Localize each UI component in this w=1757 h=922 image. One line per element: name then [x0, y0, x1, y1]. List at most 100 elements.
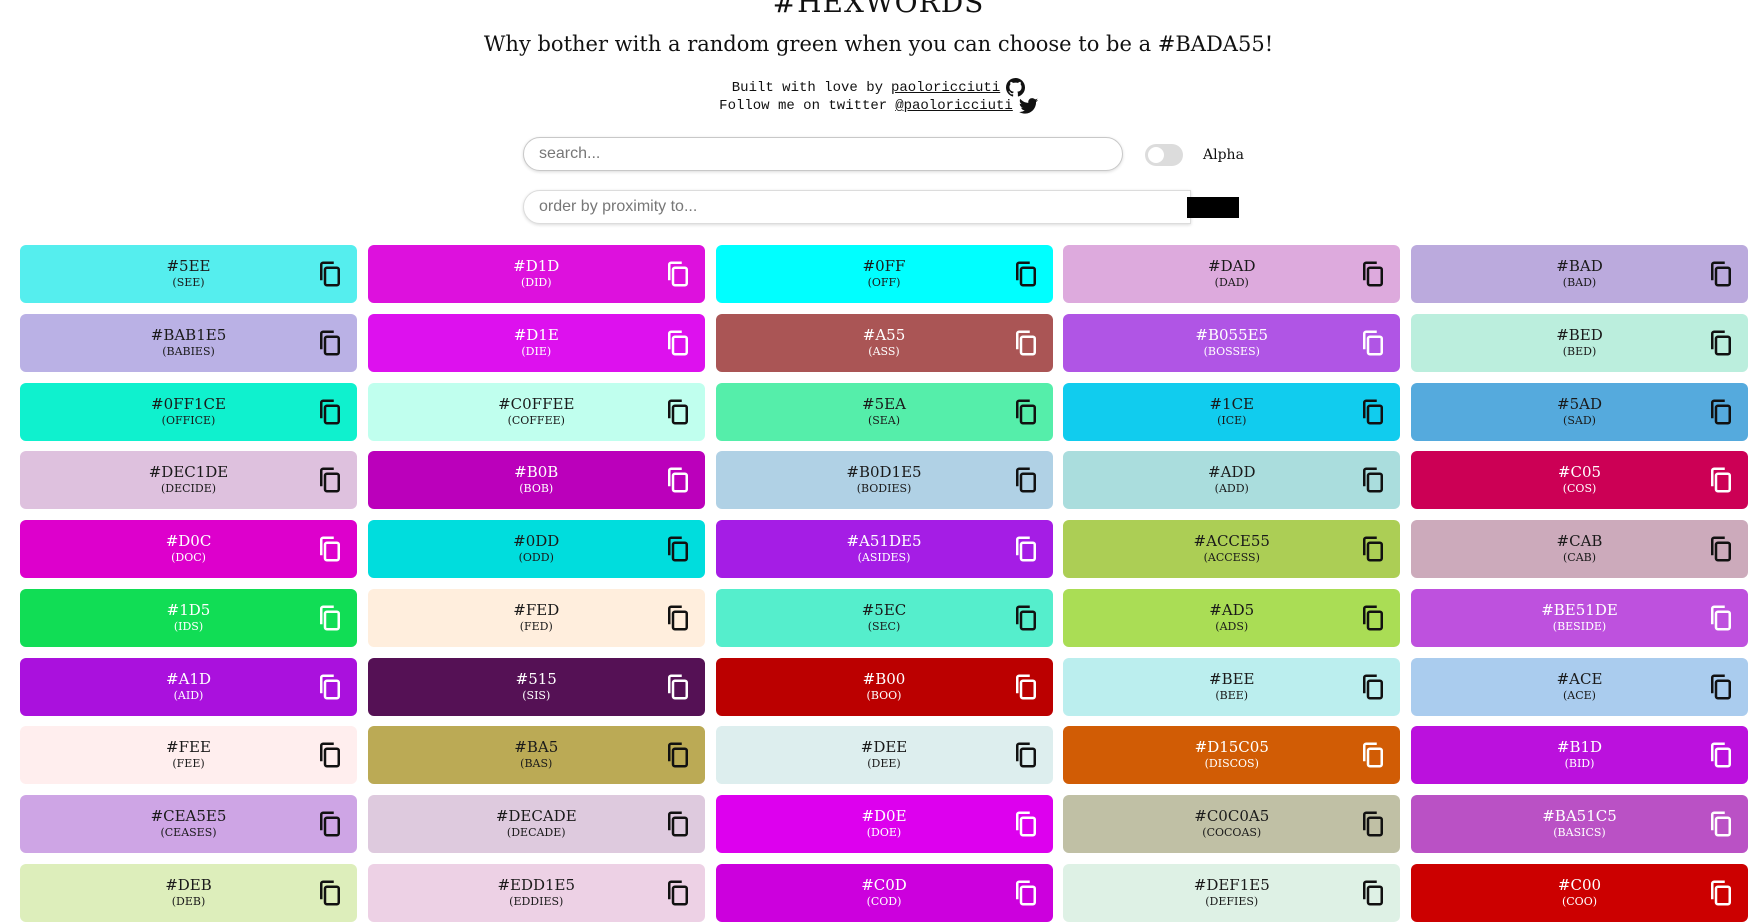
copy-icon[interactable]	[1358, 672, 1388, 702]
color-card[interactable]: #BED (BED)	[1411, 313, 1748, 372]
proximity-input[interactable]	[524, 191, 1190, 223]
color-card[interactable]: #DEC1DE (DECIDE)	[20, 451, 357, 510]
color-card[interactable]: #A51DE5 (ASIDES)	[715, 520, 1053, 578]
twitter-icon[interactable]	[1018, 98, 1038, 114]
color-card[interactable]: #0FF (OFF)	[715, 245, 1053, 303]
color-card[interactable]: #A1D (AID)	[20, 657, 357, 716]
copy-icon[interactable]	[315, 397, 345, 427]
copy-icon[interactable]	[1706, 465, 1736, 495]
color-card[interactable]: #FED (FED)	[367, 588, 705, 647]
color-card[interactable]: #5EE (SEE)	[20, 245, 357, 303]
copy-icon[interactable]	[1011, 259, 1041, 289]
twitter-link[interactable]: @paoloricciuti	[895, 98, 1013, 114]
color-card[interactable]: #5AD (SAD)	[1411, 382, 1748, 441]
github-icon[interactable]	[1006, 78, 1026, 97]
author-link[interactable]: paoloricciuti	[891, 80, 1000, 96]
color-card[interactable]: #FEE (FEE)	[20, 726, 357, 785]
copy-icon[interactable]	[1011, 878, 1041, 908]
color-card[interactable]: #BEE (BEE)	[1063, 657, 1401, 716]
copy-icon[interactable]	[1011, 740, 1041, 770]
copy-icon[interactable]	[1011, 534, 1041, 564]
copy-icon[interactable]	[1358, 809, 1388, 839]
color-card[interactable]: #DEB (DEB)	[20, 863, 357, 922]
search-input[interactable]	[524, 138, 1122, 170]
copy-icon[interactable]	[315, 672, 345, 702]
color-card[interactable]: #B00 (BOO)	[715, 657, 1053, 716]
copy-icon[interactable]	[663, 534, 693, 564]
copy-icon[interactable]	[1358, 603, 1388, 633]
copy-icon[interactable]	[1011, 603, 1041, 633]
copy-icon[interactable]	[1706, 259, 1736, 289]
proximity-color-swatch[interactable]	[1187, 197, 1239, 218]
color-card[interactable]: #5EC (SEC)	[715, 588, 1053, 647]
copy-icon[interactable]	[1706, 534, 1736, 564]
color-card[interactable]: #D15C05 (DISCOS)	[1063, 726, 1401, 785]
alpha-toggle[interactable]	[1145, 144, 1183, 166]
color-card[interactable]: #DEE (DEE)	[715, 726, 1053, 785]
color-card[interactable]: #BAD (BAD)	[1411, 245, 1748, 303]
color-card[interactable]: #D1E (DIE)	[367, 313, 705, 372]
color-card[interactable]: #C05 (COS)	[1411, 451, 1748, 510]
copy-icon[interactable]	[1011, 328, 1041, 358]
color-card[interactable]: #BE51DE (BESIDE)	[1411, 588, 1748, 647]
color-card[interactable]: #DEF1E5 (DEFIES)	[1063, 863, 1401, 922]
copy-icon[interactable]	[315, 740, 345, 770]
color-card[interactable]: #CAB (CAB)	[1411, 520, 1748, 578]
color-card[interactable]: #C0D (COD)	[715, 863, 1053, 922]
color-card[interactable]: #DAD (DAD)	[1063, 245, 1401, 303]
copy-icon[interactable]	[315, 878, 345, 908]
copy-icon[interactable]	[1706, 397, 1736, 427]
color-card[interactable]: #B055E5 (BOSSES)	[1063, 313, 1401, 372]
color-card[interactable]: #DECADE (DECADE)	[367, 795, 705, 853]
copy-icon[interactable]	[1358, 397, 1388, 427]
color-card[interactable]: #C00 (COO)	[1411, 863, 1748, 922]
color-card[interactable]: #C0FFEE (COFFEE)	[367, 382, 705, 441]
color-card[interactable]: #BA5 (BAS)	[367, 726, 705, 785]
copy-icon[interactable]	[1011, 465, 1041, 495]
copy-icon[interactable]	[315, 809, 345, 839]
copy-icon[interactable]	[663, 328, 693, 358]
color-card[interactable]: #CEA5E5 (CEASES)	[20, 795, 357, 853]
color-card[interactable]: #EDD1E5 (EDDIES)	[367, 863, 705, 922]
copy-icon[interactable]	[315, 465, 345, 495]
copy-icon[interactable]	[1706, 603, 1736, 633]
color-card[interactable]: #0FF1CE (OFFICE)	[20, 382, 357, 441]
copy-icon[interactable]	[663, 603, 693, 633]
copy-icon[interactable]	[1011, 672, 1041, 702]
copy-icon[interactable]	[315, 328, 345, 358]
color-card[interactable]: #5EA (SEA)	[715, 382, 1053, 441]
copy-icon[interactable]	[1706, 809, 1736, 839]
copy-icon[interactable]	[663, 672, 693, 702]
copy-icon[interactable]	[663, 259, 693, 289]
color-card[interactable]: #B0D1E5 (BODIES)	[715, 451, 1053, 510]
color-card[interactable]: #515 (SIS)	[367, 657, 705, 716]
color-card[interactable]: #0DD (ODD)	[367, 520, 705, 578]
copy-icon[interactable]	[1358, 740, 1388, 770]
color-card[interactable]: #BAB1E5 (BABIES)	[20, 313, 357, 372]
copy-icon[interactable]	[315, 534, 345, 564]
color-card[interactable]: #D0C (DOC)	[20, 520, 357, 578]
copy-icon[interactable]	[315, 259, 345, 289]
copy-icon[interactable]	[1706, 740, 1736, 770]
color-card[interactable]: #D0E (DOE)	[715, 795, 1053, 853]
color-card[interactable]: #1D5 (IDS)	[20, 588, 357, 647]
copy-icon[interactable]	[1358, 534, 1388, 564]
copy-icon[interactable]	[1358, 878, 1388, 908]
copy-icon[interactable]	[663, 465, 693, 495]
copy-icon[interactable]	[1358, 328, 1388, 358]
color-card[interactable]: #ADD (ADD)	[1063, 451, 1401, 510]
copy-icon[interactable]	[1011, 397, 1041, 427]
copy-icon[interactable]	[663, 878, 693, 908]
color-card[interactable]: #AD5 (ADS)	[1063, 588, 1401, 647]
copy-icon[interactable]	[1011, 809, 1041, 839]
color-card[interactable]: #A55 (ASS)	[715, 313, 1053, 372]
color-card[interactable]: #B0B (BOB)	[367, 451, 705, 510]
copy-icon[interactable]	[1706, 878, 1736, 908]
copy-icon[interactable]	[663, 809, 693, 839]
copy-icon[interactable]	[1358, 259, 1388, 289]
color-card[interactable]: #BA51C5 (BASICS)	[1411, 795, 1748, 853]
copy-icon[interactable]	[663, 740, 693, 770]
copy-icon[interactable]	[1358, 465, 1388, 495]
color-card[interactable]: #1CE (ICE)	[1063, 382, 1401, 441]
color-card[interactable]: #B1D (BID)	[1411, 726, 1748, 785]
